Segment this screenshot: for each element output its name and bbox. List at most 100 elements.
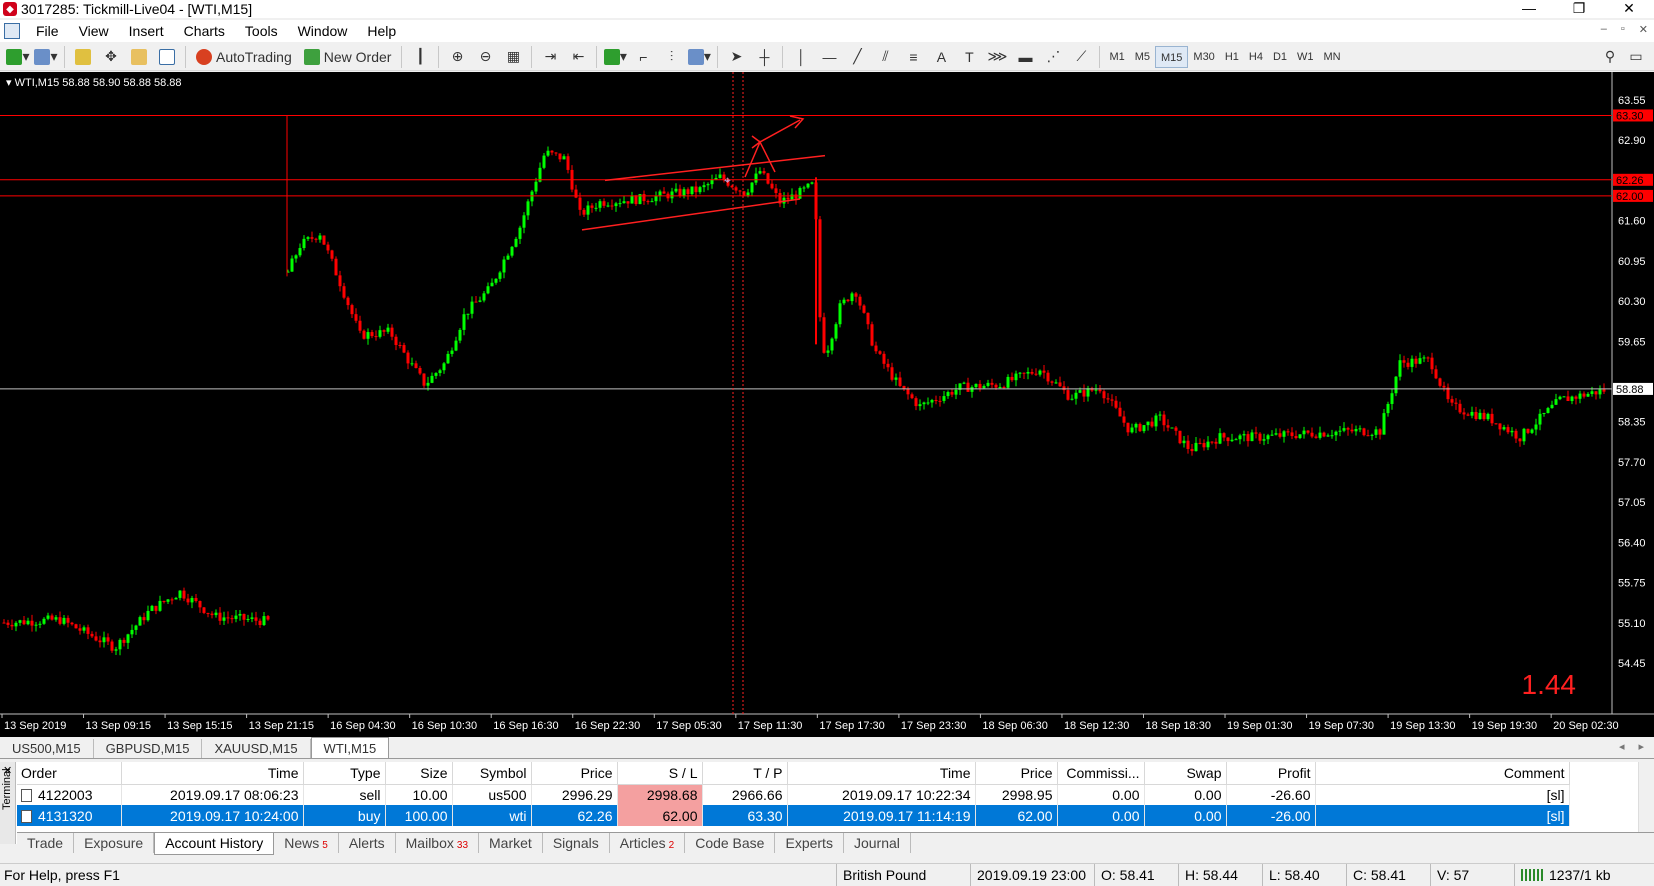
timeframe-m15[interactable]: M15 — [1155, 45, 1189, 68]
zoom-in-icon[interactable]: ⊕ — [445, 45, 469, 69]
chat-icon[interactable]: ▭ — [1624, 45, 1648, 69]
table-row[interactable]: 4131320 2019.09.17 10:24:00 buy 100.00 w… — [17, 805, 1570, 826]
tab-mailbox[interactable]: Mailbox 33 — [396, 833, 480, 853]
candle-body — [1086, 388, 1090, 397]
tab-code-base[interactable]: Code Base — [685, 833, 776, 853]
tab-news[interactable]: News 5 — [274, 833, 339, 853]
tab-trade[interactable]: Trade — [17, 833, 75, 853]
trendline-icon[interactable]: ╱ — [845, 45, 869, 69]
tab-account-history[interactable]: Account History — [154, 833, 275, 855]
timeframe-h4[interactable]: H4 — [1244, 46, 1268, 68]
market-watch-icon[interactable] — [71, 45, 95, 69]
terminal-icon[interactable] — [155, 45, 179, 69]
chart-canvas[interactable]: ⌖ 63.55 62.90 61.60 60.95 60.30 59.65 58.35 57.7… — [0, 72, 1654, 737]
rectangle-icon[interactable]: ▬ — [1013, 45, 1037, 69]
tab-market[interactable]: Market — [479, 833, 543, 853]
symbol-tab-xauusd[interactable]: XAUUSD,M15 — [202, 739, 311, 758]
candle-body — [1602, 389, 1606, 392]
col-type[interactable]: Type — [303, 762, 386, 785]
chart-shift-icon[interactable]: ⇤ — [566, 45, 590, 69]
col-price[interactable]: Price — [531, 762, 618, 785]
scroll-left-icon[interactable]: ◂ — [1619, 740, 1625, 753]
price-chart[interactable]: ⌖ 63.55 62.90 61.60 60.95 60.30 59.65 58.35 57.7… — [0, 72, 1654, 737]
timeframe-m5[interactable]: M5 — [1130, 46, 1155, 68]
status-connection[interactable]: 1237/1 kb — [1514, 864, 1654, 886]
gann-icon[interactable]: ⋰ — [1041, 45, 1065, 69]
profiles-icon[interactable]: ▾ — [34, 45, 58, 69]
equidistant-channel-icon[interactable]: ⫽ — [873, 45, 897, 69]
child-close-icon[interactable]: ✕ — [1639, 23, 1648, 36]
close-icon[interactable]: ✕ — [1604, 0, 1654, 16]
collapse-arrow-icon[interactable]: ▾ — [6, 77, 12, 89]
periods-icon[interactable]: ⌐ — [631, 45, 655, 69]
vertical-line-icon[interactable]: │ — [789, 45, 813, 69]
col-close-time[interactable]: Time — [787, 762, 976, 785]
col-time[interactable]: Time — [121, 762, 304, 785]
templates-icon[interactable]: ⫶ — [659, 45, 683, 69]
candle-body — [338, 275, 342, 287]
menu-charts[interactable]: Charts — [174, 20, 235, 42]
tab-articles[interactable]: Articles 2 — [610, 833, 686, 853]
timeframe-m1[interactable]: M1 — [1104, 46, 1129, 68]
col-sl[interactable]: S / L — [617, 762, 703, 785]
tab-signals[interactable]: Signals — [543, 833, 610, 853]
col-order[interactable]: Order — [17, 762, 122, 785]
candle-body — [1342, 428, 1346, 431]
fibo-fan-icon[interactable]: ⋙ — [985, 45, 1009, 69]
tab-journal[interactable]: Journal — [844, 833, 911, 853]
col-swap[interactable]: Swap — [1144, 762, 1227, 785]
col-symbol[interactable]: Symbol — [452, 762, 532, 785]
menu-insert[interactable]: Insert — [119, 20, 174, 42]
timeframe-w1[interactable]: W1 — [1292, 46, 1319, 68]
tab-exposure[interactable]: Exposure — [74, 833, 155, 853]
horizontal-line-icon[interactable]: ― — [817, 45, 841, 69]
text-label-icon[interactable]: T — [957, 45, 981, 69]
autotrading-button[interactable]: AutoTrading — [192, 45, 296, 69]
bar-chart-icon[interactable]: ┃ — [408, 45, 432, 69]
tab-alerts[interactable]: Alerts — [339, 833, 396, 853]
symbol-tab-wti[interactable]: WTI,M15 — [310, 737, 390, 758]
table-row[interactable]: 4122003 2019.09.17 08:06:23 sell 10.00 u… — [17, 784, 1570, 805]
navigator-icon[interactable]: ✥ — [99, 45, 123, 69]
menu-view[interactable]: View — [69, 20, 119, 42]
crosshair-icon[interactable]: ┼ — [752, 45, 776, 69]
col-close-price[interactable]: Price — [975, 762, 1058, 785]
timeframe-mn[interactable]: MN — [1319, 46, 1346, 68]
minimize-icon[interactable]: — — [1504, 0, 1554, 16]
auto-scroll-icon[interactable]: ⇥ — [538, 45, 562, 69]
restore-icon[interactable]: ❐ — [1554, 0, 1604, 16]
fibonacci-icon[interactable]: ≡ — [901, 45, 925, 69]
col-size[interactable]: Size — [385, 762, 453, 785]
menu-tools[interactable]: Tools — [235, 20, 288, 42]
zoom-out-icon[interactable]: ⊖ — [473, 45, 497, 69]
col-commission[interactable]: Commissi... — [1057, 762, 1145, 785]
col-profit[interactable]: Profit — [1226, 762, 1316, 785]
cursor-icon[interactable]: ➤ — [724, 45, 748, 69]
symbol-tab-gbpusd[interactable]: GBPUSD,M15 — [94, 739, 203, 758]
chart-templates-icon[interactable]: ▾ — [687, 45, 711, 69]
new-chart-icon[interactable]: ▾ — [6, 45, 30, 69]
child-restore-icon[interactable]: ▫ — [1621, 23, 1625, 36]
tab-experts[interactable]: Experts — [775, 833, 844, 853]
timeframe-m30[interactable]: M30 — [1188, 46, 1219, 68]
menu-help[interactable]: Help — [357, 20, 406, 42]
col-comment[interactable]: Comment — [1315, 762, 1570, 785]
arrows-icon[interactable]: ⟋ — [1069, 45, 1093, 69]
new-order-button[interactable]: New Order — [300, 45, 396, 69]
timeframe-d1[interactable]: D1 — [1268, 46, 1292, 68]
data-window-icon[interactable] — [127, 45, 151, 69]
symbol-tab-us500[interactable]: US500,M15 — [0, 739, 94, 758]
indicators-icon[interactable]: ▾ — [603, 45, 627, 69]
scroll-right-icon[interactable]: ▸ — [1638, 740, 1644, 753]
tile-windows-icon[interactable]: ▦ — [501, 45, 525, 69]
text-icon[interactable]: A — [929, 45, 953, 69]
col-tp[interactable]: T / P — [702, 762, 788, 785]
search-icon[interactable]: ⚲ — [1598, 45, 1622, 69]
candle-body — [842, 299, 846, 304]
menu-window[interactable]: Window — [288, 20, 358, 42]
timeframe-h1[interactable]: H1 — [1220, 46, 1244, 68]
child-minimize-icon[interactable]: – — [1601, 23, 1607, 36]
candle-body — [522, 215, 526, 228]
status-profile[interactable]: British Pound — [836, 864, 970, 886]
menu-file[interactable]: File — [26, 20, 69, 42]
